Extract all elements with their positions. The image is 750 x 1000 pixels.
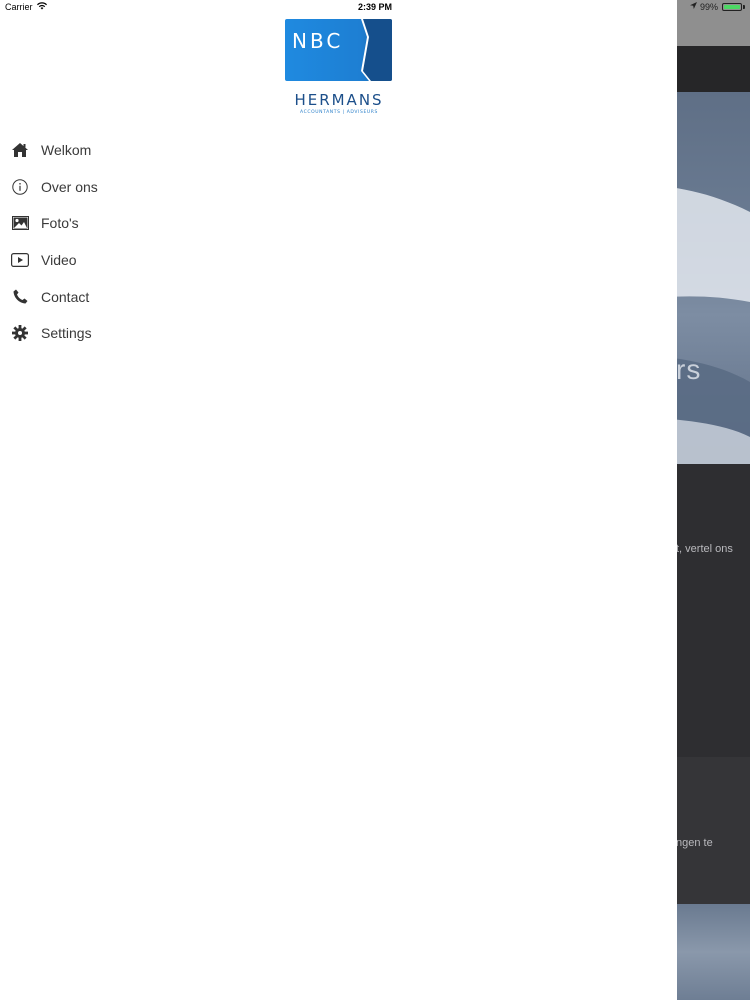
background-text-2: ngen te (676, 837, 713, 849)
menu-item-settings[interactable]: Settings (0, 315, 677, 352)
drawer-menu: Welkom Over ons Foto's Video Contact Set… (0, 132, 677, 352)
gear-icon (11, 324, 29, 342)
battery-cap (743, 5, 745, 9)
status-bar: Carrier 2:39 PM 99% (0, 0, 750, 14)
menu-label: Foto's (41, 215, 79, 232)
menu-label: Over ons (41, 178, 98, 195)
side-drawer: NBC HERMANS ACCOUNTANTS | ADVISEURS Welk… (0, 0, 677, 1000)
menu-label: Video (41, 252, 77, 269)
status-time: 2:39 PM (357, 2, 392, 12)
menu-item-welkom[interactable]: Welkom (0, 132, 677, 169)
menu-item-video[interactable]: Video (0, 242, 677, 279)
home-icon (11, 141, 29, 159)
battery-icon (722, 3, 742, 11)
battery-percentage: 99% (700, 2, 719, 12)
menu-item-contact[interactable]: Contact (0, 278, 677, 315)
menu-item-fotos[interactable]: Foto's (0, 205, 677, 242)
battery-fill (724, 5, 740, 9)
background-hero-text: rs (676, 354, 702, 385)
logo-box: NBC (285, 19, 392, 81)
video-icon (11, 251, 29, 269)
logo-letters: NBC (292, 29, 344, 53)
photo-icon (11, 214, 29, 232)
menu-label: Welkom (41, 142, 92, 159)
logo-tagline: ACCOUNTANTS | ADVISEURS (300, 110, 378, 115)
phone-icon (11, 288, 29, 306)
background-text-1: t, vertel ons (676, 543, 733, 555)
menu-label: Settings (41, 325, 92, 342)
location-arrow-icon (690, 2, 697, 12)
menu-label: Contact (41, 288, 90, 305)
menu-item-over-ons[interactable]: Over ons (0, 169, 677, 206)
info-icon (11, 178, 29, 196)
logo-wordmark: HERMANS (294, 91, 384, 109)
nbc-hermans-logo: NBC HERMANS ACCOUNTANTS | ADVISEURS (285, 19, 393, 119)
